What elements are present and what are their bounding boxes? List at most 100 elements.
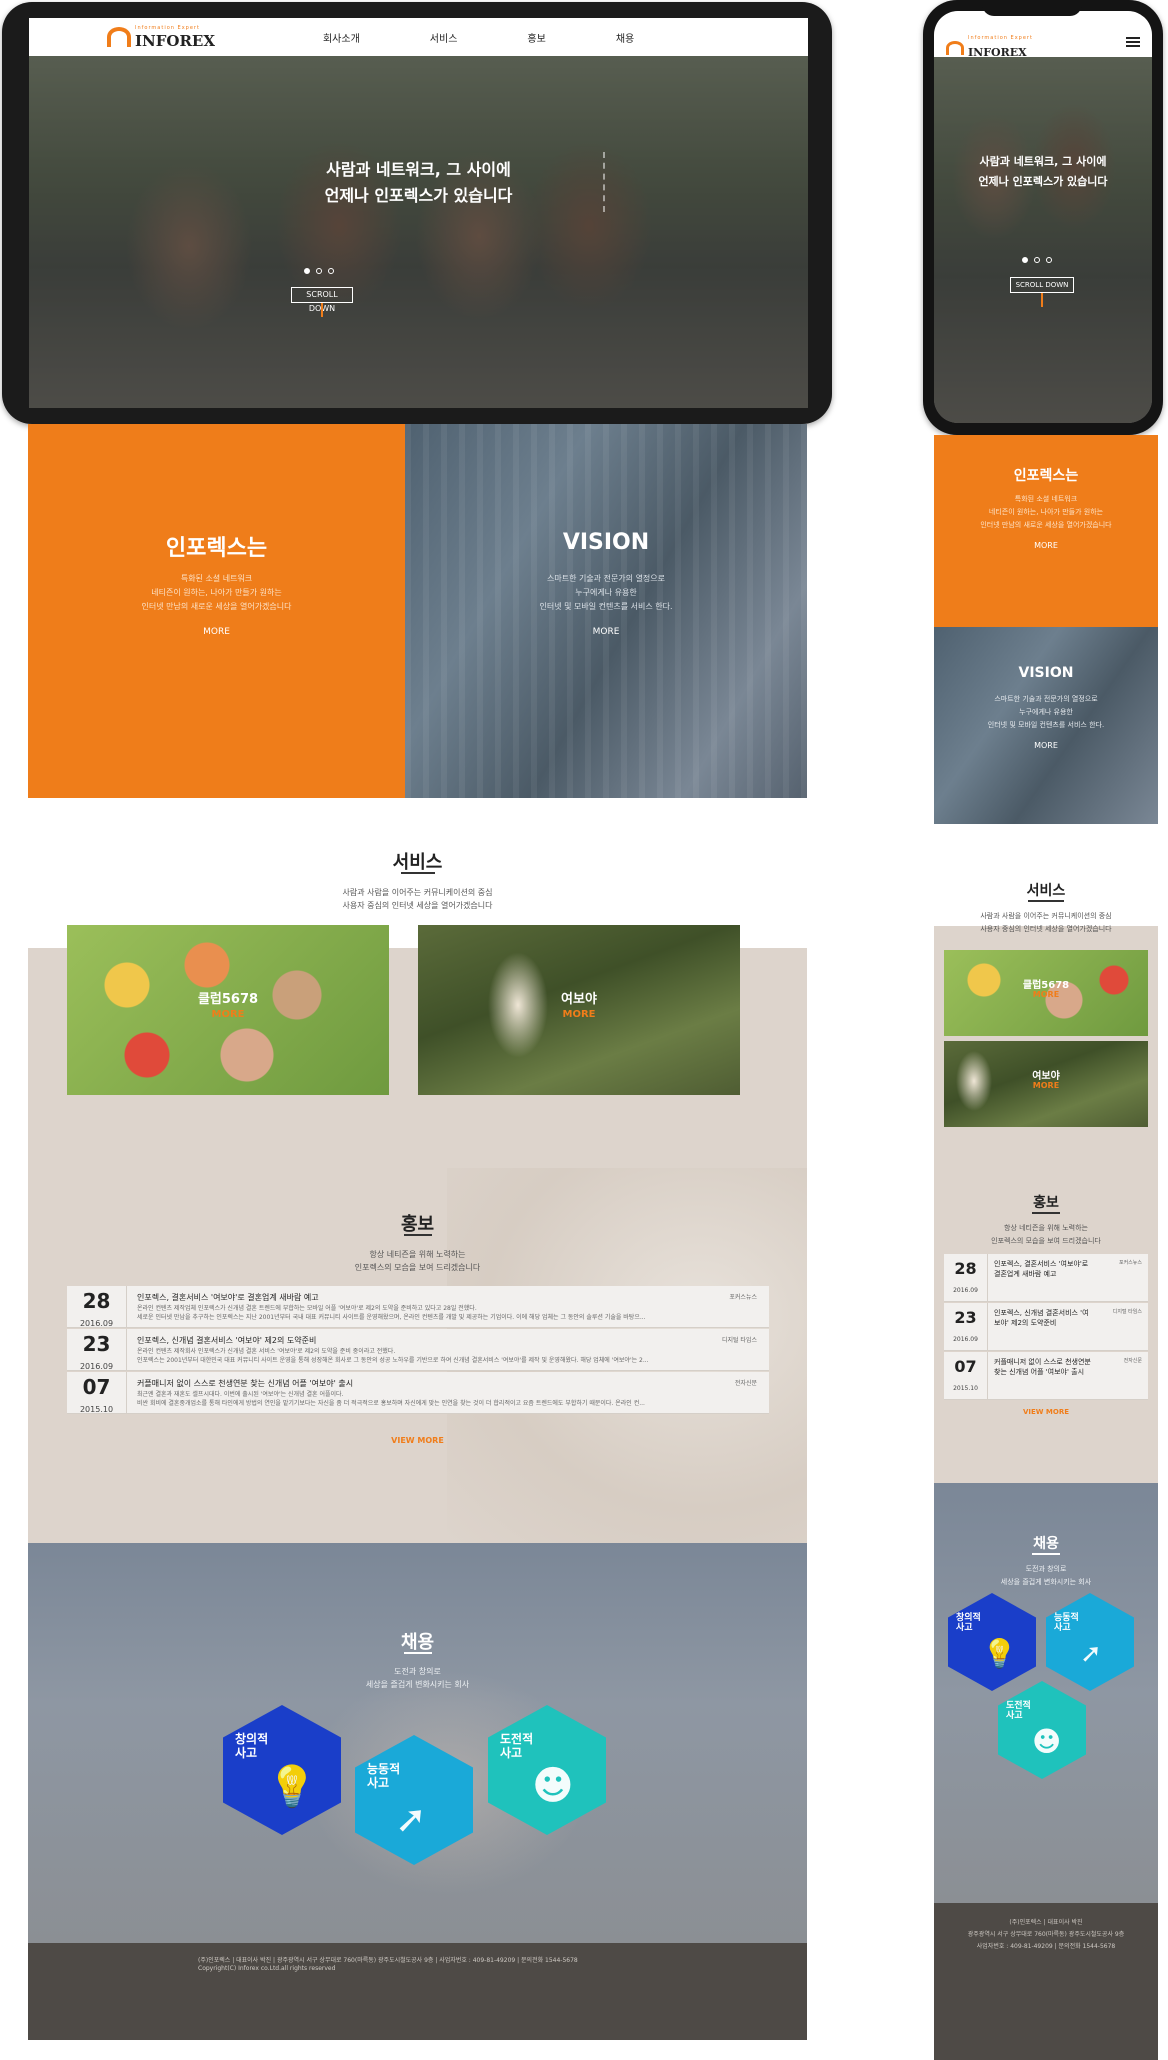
hex-challenge[interactable]: 도전적 사고 ☻ (998, 1681, 1086, 1779)
scroll-arrow-icon (1041, 293, 1043, 307)
news-content: 온라인 컨텐츠 제작업체 인포렉스가 신개념 결혼 트렌드에 부합하는 모바일 … (137, 1305, 646, 1321)
service-card-more[interactable]: MORE (418, 1009, 740, 1020)
news-day: 07 (954, 1357, 977, 1376)
logo-text: INFOREX (135, 31, 215, 50)
slide-dot[interactable] (1022, 257, 1028, 263)
logo-sub: Information Expert (135, 24, 200, 31)
pr-title: 홍보 (400, 1214, 435, 1235)
vision-line: 스마트한 기술과 전문가의 열정으로 (546, 574, 666, 583)
menu-item-company[interactable]: 회사소개 (323, 30, 360, 45)
service-card-yeoboya[interactable]: 여보야 MORE (944, 1041, 1148, 1127)
hex-challenge[interactable]: 도전적 사고 ☻ (488, 1705, 606, 1835)
about-line: 네티즌이 원하는, 나아가 만들가 원하는 (988, 508, 1104, 516)
service-card-more[interactable]: MORE (67, 1009, 389, 1020)
slide-dot[interactable] (1034, 257, 1040, 263)
slide-dot[interactable] (316, 268, 322, 274)
hex-label: 창의적 (956, 1613, 981, 1623)
pr-view-more-link[interactable]: VIEW MORE (934, 1408, 1158, 1416)
news-ym: 2016.09 (79, 1319, 114, 1328)
mobile-logo[interactable]: Information Expert INFOREX (946, 35, 1033, 60)
menu-item-service[interactable]: 서비스 (430, 30, 458, 45)
news-item[interactable]: 07 2015.10 커플매니저 없이 스스로 천생연분 찾는 신개념 어플 '여… (944, 1352, 1148, 1400)
service-card-more[interactable]: MORE (944, 1081, 1148, 1090)
recruit-title: 채용 (400, 1632, 435, 1653)
mobile-page: 인포렉스는 특화된 소셜 네트워크 네티즌이 원하는, 나아가 만들가 원하는 … (934, 435, 1158, 2060)
news-title[interactable]: 인포렉스, 결혼서비스 '여보야'로 결혼업계 새바람 예고 (137, 1292, 319, 1303)
news-item[interactable]: 23 2016.09 인포렉스, 신개념 결혼서비스 '여보야' 제2의 도약준비… (944, 1303, 1148, 1351)
hero-image: 사람과 네트워크, 그 사이에 언제나 인포렉스가 있습니다 SCROLL DO… (29, 56, 808, 408)
news-source: 포커스뉴스 (729, 1294, 757, 1301)
vision-more-link[interactable]: MORE (405, 627, 807, 637)
news-source: 디지털 타임스 (1112, 1309, 1142, 1315)
news-title[interactable]: 커플매니저 없이 스스로 천생연분 찾는 신개념 어플 '여보야' 출시 (994, 1357, 1094, 1377)
pr-desc: 인포렉스의 모습을 보여 드리겠습니다 (354, 1263, 481, 1272)
slide-dot[interactable] (328, 268, 334, 274)
about-more-link[interactable]: MORE (934, 541, 1158, 550)
service-card-label: 여보야 (561, 992, 597, 1007)
pr-title: 홍보 (1033, 1195, 1059, 1211)
scroll-down-button[interactable]: SCROLL DOWN (1010, 277, 1074, 293)
phone-frame: Information Expert INFOREX 사람과 네트워크, 그 사… (923, 0, 1163, 435)
hex-label: 능동적 (1054, 1613, 1079, 1623)
hex-active[interactable]: 능동적 사고 ➚ (355, 1735, 473, 1865)
services-desc: 사용자 중심의 인터넷 세상을 열어가겠습니다 (342, 901, 493, 910)
services-desc: 사람과 사람을 이어주는 커뮤니케이션의 중심 (342, 888, 493, 897)
news-title[interactable]: 인포렉스, 신개념 결혼서비스 '여보야' 제2의 도약준비 (137, 1335, 316, 1346)
news-item[interactable]: 23 2016.09 인포렉스, 신개념 결혼서비스 '여보야' 제2의 도약준비… (67, 1329, 769, 1371)
phone-screen: Information Expert INFOREX 사람과 네트워크, 그 사… (934, 11, 1152, 423)
services-section: 서비스 사람과 사람을 이어주는 커뮤니케이션의 중심 사용자 중심의 인터넷 … (28, 798, 807, 1168)
services-title: 서비스 (392, 852, 443, 873)
news-item[interactable]: 28 2016.09 인포렉스, 결혼서비스 '여보야'로 결혼업계 새바람 예고… (944, 1254, 1148, 1302)
footer-copyright: Copyright(C) Inforex co.Ltd.all rights r… (198, 1965, 336, 1972)
about-more-link[interactable]: MORE (28, 627, 405, 637)
vision-more-link[interactable]: MORE (934, 741, 1158, 750)
news-title[interactable]: 인포렉스, 결혼서비스 '여보야'로 결혼업계 새바람 예고 (994, 1259, 1094, 1279)
menu-item-recruit[interactable]: 채용 (616, 30, 634, 45)
hex-creative[interactable]: 창의적 사고 💡 (223, 1705, 341, 1835)
footer-info: 광주광역시 서구 상무대로 760(마륵동) 광주도시철도공사 9층 (967, 1931, 1125, 1938)
about-line: 인터넷 만남의 새로운 세상을 열어가겠습니다 (141, 602, 292, 611)
services-desc: 사용자 중심의 인터넷 세상을 열어가겠습니다 (980, 925, 1112, 933)
news-item[interactable]: 07 2015.10 커플매니저 없이 스스로 천생연분 찾는 신개념 어플 '여… (67, 1372, 769, 1414)
recruit-desc: 도전과 창의로 (394, 1667, 441, 1676)
about-title: 인포렉스는 (165, 536, 268, 561)
recruit-desc: 세상을 즐겁게 변화시키는 회사 (365, 1680, 470, 1689)
news-content: 온라인 컨텐츠 제작회사 인포렉스가 신개념 결혼 서비스 '여보야'로 제2의… (137, 1348, 649, 1364)
menu-item-pr[interactable]: 홍보 (527, 30, 545, 45)
headband-person-icon: ☻ (532, 1763, 574, 1809)
hero-line2: 언제나 인포렉스가 있습니다 (324, 186, 513, 205)
news-title[interactable]: 인포렉스, 신개념 결혼서비스 '여보야' 제2의 도약준비 (994, 1308, 1094, 1328)
hex-creative[interactable]: 창의적 사고 💡 (948, 1593, 1036, 1691)
service-card-more[interactable]: MORE (944, 990, 1148, 999)
service-card-label: 여보야 (1032, 1071, 1060, 1082)
service-card-yeoboya[interactable]: 여보야 MORE (418, 925, 740, 1095)
logo-ring-icon (946, 40, 964, 55)
recruit-section: 채용 도전과 창의로 세상을 즐겁게 변화시키는 회사 창의적 사고 💡 능동적 사… (28, 1543, 807, 1943)
hex-label: 사고 (1006, 1711, 1023, 1722)
hex-label: 창의적 (235, 1732, 269, 1746)
news-item[interactable]: 28 2016.09 인포렉스, 결혼서비스 '여보야'로 결혼업계 새바람 예고… (67, 1286, 769, 1328)
news-date: 28 2016.09 (67, 1286, 127, 1328)
slide-dot[interactable] (1046, 257, 1052, 263)
news-source: 전자신문 (1123, 1358, 1142, 1364)
hex-label: 사고 (235, 1745, 258, 1760)
news-ym: 2015.10 (79, 1405, 114, 1414)
pr-view-more-link[interactable]: VIEW MORE (28, 1436, 807, 1445)
mobile-nav: Information Expert INFOREX (934, 11, 1152, 60)
service-card-club5678[interactable]: 클럽5678 MORE (67, 925, 389, 1095)
hamburger-menu-icon[interactable] (1126, 37, 1140, 47)
scroll-down-button[interactable]: SCROLL DOWN (291, 287, 353, 313)
logo-text: INFOREX (968, 46, 1027, 59)
logo[interactable]: Information Expert INFOREX (107, 25, 215, 50)
slide-dot[interactable] (304, 268, 310, 274)
hero-line1: 사람과 네트워크, 그 사이에 (326, 160, 511, 179)
hero-slide-dots (1022, 257, 1052, 263)
about-section: 인포렉스는 특화된 소셜 네트워크 네티즌이 원하는, 나아가 만들가 원하는 … (28, 424, 807, 798)
lightbulb-head-icon: 💡 (982, 1637, 1017, 1670)
hex-active[interactable]: 능동적 사고 ➚ (1046, 1593, 1134, 1691)
service-card-club5678[interactable]: 클럽5678 MORE (944, 950, 1148, 1036)
vision-title: VISION (562, 530, 650, 555)
footer-info: 사업자번호 : 409-81-49209 | 문의전화 1544-5678 (976, 1943, 1116, 1950)
vision-panel: VISION 스마트한 기술과 전문가의 열정으로 누구에게나 유용한 인터넷 … (405, 424, 807, 798)
news-title[interactable]: 커플매니저 없이 스스로 천생연분 찾는 신개념 어플 '여보야' 출시 (137, 1378, 353, 1389)
